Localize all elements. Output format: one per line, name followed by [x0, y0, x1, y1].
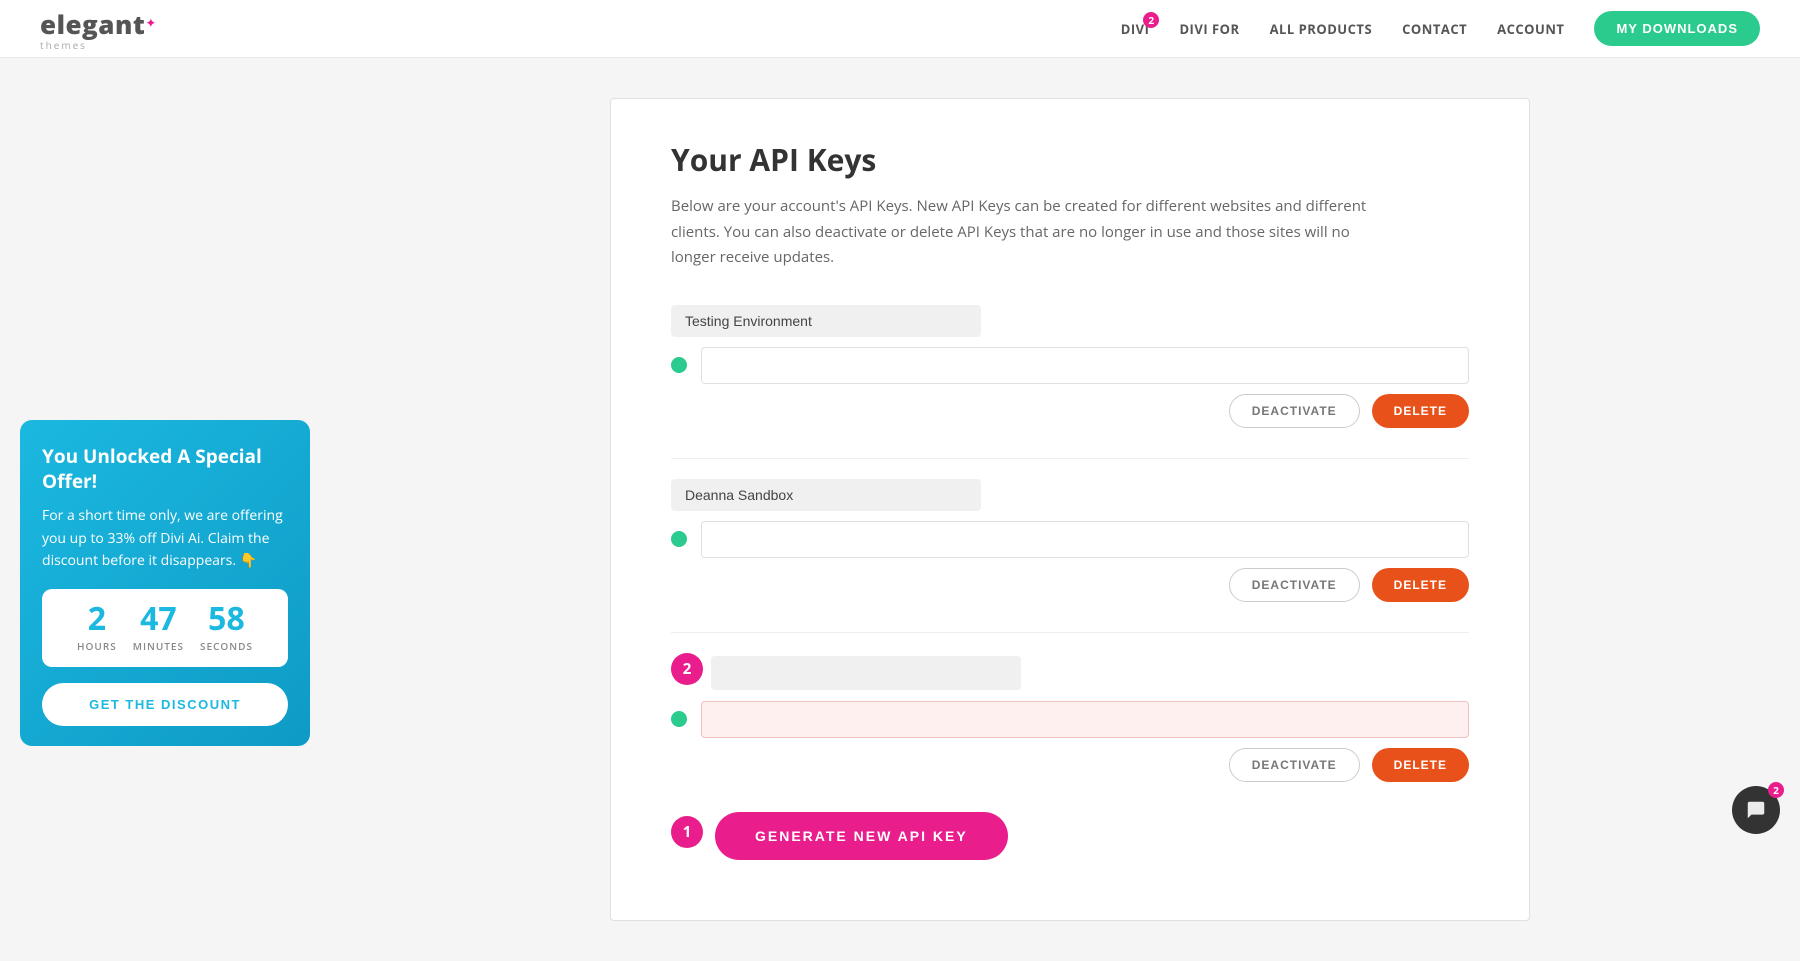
api-key-field-2[interactable]	[701, 521, 1469, 558]
api-entry-1: DEACTIVATE DELETE	[671, 305, 1469, 428]
api-status-dot-1	[671, 357, 687, 373]
navbar-links: DIVI 2 DIVI FOR ALL PRODUCTS CONTACT ACC…	[1121, 11, 1760, 46]
timer-seconds: 58 SECONDS	[200, 603, 253, 653]
delete-button-1[interactable]: DELETE	[1372, 394, 1469, 428]
minutes-value: 47	[133, 603, 184, 635]
divider-1	[671, 458, 1469, 459]
page-description: Below are your account's API Keys. New A…	[671, 194, 1371, 271]
api-status-dot-2	[671, 531, 687, 547]
divider-2	[671, 632, 1469, 633]
hours-value: 2	[77, 603, 117, 635]
seconds-value: 58	[200, 603, 253, 635]
page-title: Your API Keys	[671, 139, 1469, 180]
deactivate-button-3[interactable]: DEACTIVATE	[1229, 748, 1360, 782]
step-badge-entry-3: 2	[671, 653, 703, 685]
api-key-row-2	[671, 521, 1469, 558]
deactivate-button-2[interactable]: DEACTIVATE	[1229, 568, 1360, 602]
my-downloads-button[interactable]: MY DOWNLOADS	[1594, 11, 1760, 46]
api-key-row-3	[671, 701, 1469, 738]
content-area: Your API Keys Below are your account's A…	[610, 98, 1530, 921]
api-name-input-1[interactable]	[671, 305, 981, 337]
divi-badge: 2	[1143, 12, 1159, 28]
hours-label: HOURS	[77, 639, 117, 653]
api-key-row-1	[671, 347, 1469, 384]
chat-badge: 2	[1768, 782, 1784, 798]
promo-title: You Unlocked A Special Offer!	[42, 444, 288, 493]
page-container: You Unlocked A Special Offer! For a shor…	[250, 58, 1550, 961]
timer-hours: 2 HOURS	[77, 603, 117, 653]
step-badge-generate: 1	[671, 816, 703, 848]
api-entry-2: DEACTIVATE DELETE	[671, 479, 1469, 602]
seconds-label: SECONDS	[200, 639, 253, 653]
generate-api-key-button[interactable]: GENERATE NEW API KEY	[715, 812, 1008, 860]
logo: elegant✦ themes	[40, 6, 156, 52]
nav-all-products[interactable]: ALL PRODUCTS	[1270, 20, 1373, 38]
promo-timer: 2 HOURS 47 MINUTES 58 SECONDS	[42, 589, 288, 667]
timer-minutes: 47 MINUTES	[133, 603, 184, 653]
generate-btn-wrap: 1 GENERATE NEW API KEY	[671, 812, 1469, 860]
promo-panel: You Unlocked A Special Offer! For a shor…	[20, 420, 310, 746]
delete-button-3[interactable]: DELETE	[1372, 748, 1469, 782]
api-status-dot-3	[671, 711, 687, 727]
promo-body: For a short time only, we are offering y…	[42, 505, 288, 572]
nav-divi-for[interactable]: DIVI FOR	[1179, 20, 1239, 38]
api-actions-3: DEACTIVATE DELETE	[671, 748, 1469, 782]
api-key-field-3[interactable]	[701, 701, 1469, 738]
nav-divi[interactable]: DIVI 2	[1121, 20, 1150, 38]
minutes-label: MINUTES	[133, 639, 184, 653]
deactivate-button-1[interactable]: DEACTIVATE	[1229, 394, 1360, 428]
chat-icon	[1745, 799, 1767, 821]
nav-account[interactable]: ACCOUNT	[1497, 20, 1564, 38]
get-discount-button[interactable]: GET THE DISCOUNT	[42, 683, 288, 726]
chat-widget[interactable]: 2	[1732, 786, 1780, 834]
api-name-placeholder-3	[711, 656, 1021, 690]
delete-button-2[interactable]: DELETE	[1372, 568, 1469, 602]
api-name-input-2[interactable]	[671, 479, 981, 511]
api-key-field-1[interactable]	[701, 347, 1469, 384]
api-actions-1: DEACTIVATE DELETE	[671, 394, 1469, 428]
api-entry-3: 2 DEACTIVATE DELETE	[671, 653, 1469, 782]
api-actions-2: DEACTIVATE DELETE	[671, 568, 1469, 602]
navbar: elegant✦ themes DIVI 2 DIVI FOR ALL PROD…	[0, 0, 1800, 58]
nav-contact[interactable]: CONTACT	[1402, 20, 1467, 38]
